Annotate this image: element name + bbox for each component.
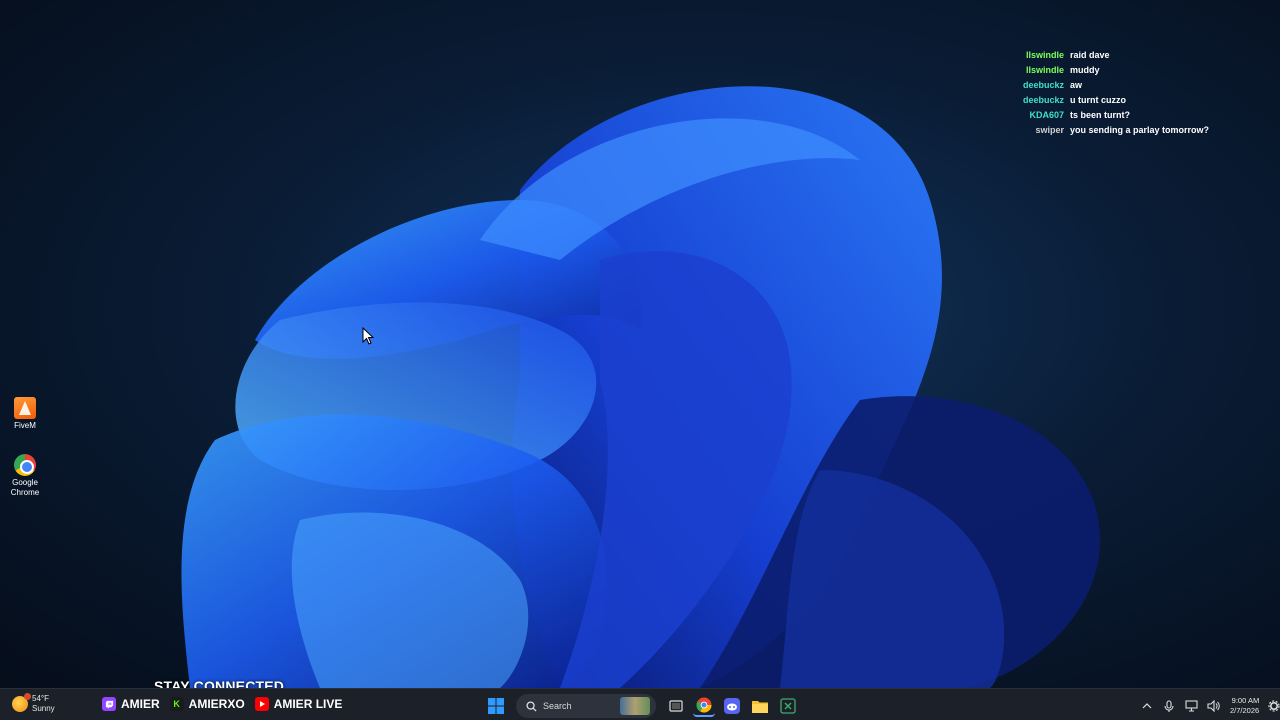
youtube-handle: AMIER LIVE <box>273 697 343 711</box>
taskbar-discord-button[interactable] <box>721 695 743 717</box>
chrome-icon <box>14 454 36 476</box>
chat-username: llswindle <box>1025 65 1064 75</box>
fivem-icon <box>14 397 36 419</box>
chat-message: swiper you sending a parlay tomorrow? <box>990 123 1270 138</box>
windows-icon <box>488 698 504 714</box>
chat-text: aw <box>1070 80 1083 90</box>
microphone-icon <box>1164 699 1174 712</box>
taskbar-pinned-apps: Search <box>482 694 802 718</box>
chat-message: llswindle muddy <box>990 63 1270 78</box>
speaker-icon <box>1206 700 1220 712</box>
clock-time: 9:00 AM <box>1231 696 1260 705</box>
chat-username: KDA607 <box>1029 110 1064 120</box>
chat-text: muddy <box>1070 65 1100 75</box>
desktop-shortcut-chrome[interactable]: Google Chrome <box>4 454 46 498</box>
chat-username: deebuckz <box>1022 80 1064 90</box>
chat-username: deebuckz <box>1022 95 1064 105</box>
desktop-shortcut-fivem[interactable]: FiveM <box>4 397 46 431</box>
task-view-icon <box>669 700 683 712</box>
gear-icon <box>1268 700 1280 712</box>
taskbar-search-box[interactable]: Search <box>516 694 656 718</box>
chat-message: KDA607 ts been turnt? <box>990 108 1270 123</box>
chat-message: deebuckz u turnt cuzzo <box>990 93 1270 108</box>
taskbar-clock[interactable]: 9:00 AM 2/7/2026 <box>1230 696 1259 716</box>
desktop-shortcut-label: FiveM <box>14 421 36 430</box>
twitch-icon <box>102 697 116 711</box>
social-links-overlay: AMIER K AMIERXO AMIER LIVE <box>102 697 352 711</box>
kick-icon: K <box>169 697 184 711</box>
microphone-button[interactable] <box>1162 699 1176 713</box>
search-highlight-image <box>620 697 650 715</box>
volume-button[interactable] <box>1206 699 1220 713</box>
system-tray: 9:00 AM 2/7/2026 <box>1136 696 1280 716</box>
sun-icon <box>12 693 31 712</box>
taskbar-chrome-button[interactable] <box>693 695 715 717</box>
taskbar-excel-button[interactable] <box>777 695 799 717</box>
weather-temp: 54°F <box>32 694 49 703</box>
notifications-button[interactable] <box>1267 699 1280 713</box>
chat-text: raid dave <box>1070 50 1110 60</box>
desktop-shortcut-label: Google Chrome <box>10 478 40 497</box>
chat-text: u turnt cuzzo <box>1070 95 1126 105</box>
mouse-pointer-icon <box>362 327 374 345</box>
kick-handle: AMIERXO <box>188 697 245 711</box>
folder-icon <box>752 701 768 713</box>
chat-text: ts been turnt? <box>1070 110 1130 120</box>
clock-date: 2/7/2026 <box>1230 706 1260 715</box>
task-view-button[interactable] <box>665 695 687 717</box>
stream-chat-overlay: llswindle raid dave llswindle muddy deeb… <box>990 48 1270 138</box>
taskbar-file-explorer-button[interactable] <box>749 695 771 717</box>
network-button[interactable] <box>1184 699 1198 713</box>
chat-text: you sending a parlay tomorrow? <box>1070 125 1210 135</box>
weather-widget[interactable]: 54°F Sunny <box>12 693 55 714</box>
weather-condition: Sunny <box>32 704 55 713</box>
search-placeholder: Search <box>543 701 572 711</box>
youtube-icon <box>254 697 269 711</box>
chat-message: llswindle raid dave <box>990 48 1270 63</box>
start-button[interactable] <box>485 695 507 717</box>
show-hidden-icons-button[interactable] <box>1140 699 1154 713</box>
chat-message: deebuckz aw <box>990 78 1270 93</box>
spreadsheet-icon <box>780 698 796 714</box>
notification-badge <box>24 693 31 700</box>
chat-username: llswindle <box>1025 50 1064 60</box>
network-icon <box>1184 700 1198 712</box>
taskbar: 54°F Sunny AMIER K AMIERXO AMIER LIVE Se… <box>0 688 1280 720</box>
chrome-icon <box>696 697 712 713</box>
search-icon <box>526 700 537 712</box>
discord-icon <box>724 698 740 714</box>
chat-username: swiper <box>1035 125 1064 135</box>
chevron-up-icon <box>1142 703 1152 709</box>
twitch-handle: AMIER <box>121 697 160 711</box>
